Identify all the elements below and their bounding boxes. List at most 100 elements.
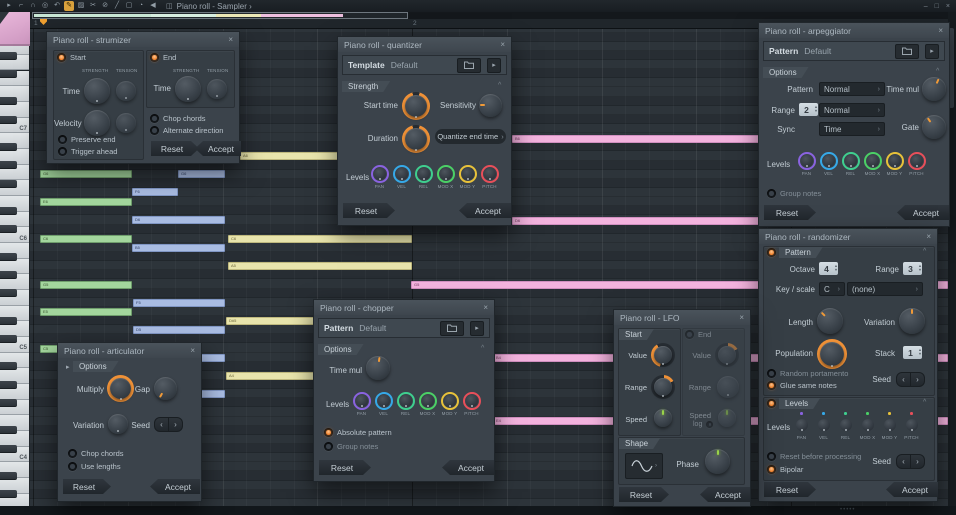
strum-velocity-tension-knob[interactable] <box>116 113 136 133</box>
reset-button[interactable]: Reset <box>764 205 816 220</box>
duration-knob[interactable] <box>402 125 430 153</box>
reset-button[interactable]: Reset <box>619 487 669 502</box>
sync-dropdown[interactable]: Time › <box>819 122 885 136</box>
note-c6[interactable]: C6 <box>228 235 412 243</box>
articulator-titlebar[interactable]: Piano roll - articulator × <box>58 343 201 358</box>
close-icon[interactable]: × <box>926 232 931 241</box>
gap-knob[interactable] <box>154 377 177 400</box>
close-icon[interactable]: × <box>483 303 488 312</box>
pattern-mode-dropdown[interactable]: Normal › <box>819 82 885 96</box>
strum-end-time-strength-knob[interactable] <box>175 76 201 102</box>
close-icon[interactable]: × <box>739 313 744 322</box>
reset-before-led[interactable] <box>767 452 776 461</box>
level-knob-pitch[interactable] <box>907 152 926 170</box>
note-g6[interactable]: G6 <box>178 170 225 178</box>
options-arrow-icon[interactable]: ▸ <box>66 363 70 371</box>
mute-icon[interactable]: ⊘ <box>100 1 110 11</box>
pattern-section-led[interactable] <box>767 248 776 257</box>
range-spinner[interactable]: 2 ▴ ▾ <box>799 103 818 116</box>
piano-key-black[interactable] <box>0 69 17 78</box>
note-g5[interactable]: G5 <box>40 281 132 289</box>
key-dropdown[interactable]: C › <box>819 282 845 296</box>
piano-key-black[interactable] <box>0 161 17 170</box>
level-knob-mod-x[interactable] <box>859 416 877 434</box>
piano-key-black[interactable] <box>0 426 17 435</box>
piano-key-black[interactable] <box>0 472 17 481</box>
level-knob-vel[interactable] <box>819 152 838 170</box>
level-knob-mod-x[interactable] <box>863 152 882 170</box>
accept-button[interactable]: Accept <box>459 203 511 218</box>
folder-icon[interactable] <box>457 57 481 73</box>
preserve-end-led[interactable] <box>58 135 67 144</box>
variation-knob[interactable] <box>108 414 128 434</box>
level-knob-pan[interactable] <box>352 392 371 410</box>
level-knob-mod-x[interactable] <box>418 392 437 410</box>
level-knob-rel[interactable] <box>414 165 433 183</box>
piano-key-black[interactable] <box>0 380 17 389</box>
accept-button[interactable]: Accept <box>195 141 241 156</box>
template-value[interactable]: Default <box>391 60 418 70</box>
level-knob-mod-y[interactable] <box>881 416 899 434</box>
use-lengths-led[interactable] <box>68 462 77 471</box>
level-knob-pan[interactable] <box>370 165 389 183</box>
variation-knob[interactable] <box>899 308 925 334</box>
note-d6[interactable]: D6 <box>132 216 225 224</box>
accept-button[interactable]: Accept <box>442 460 494 475</box>
piano-key-black[interactable] <box>0 142 17 152</box>
sensitivity-knob[interactable] <box>479 94 502 117</box>
minimize-button[interactable]: – <box>924 3 928 10</box>
folder-icon[interactable] <box>895 43 919 59</box>
piano-key-black[interactable] <box>0 289 17 298</box>
note-a5[interactable]: A5 <box>228 262 412 270</box>
accept-button[interactable]: Accept <box>700 487 750 502</box>
level-knob-pitch[interactable] <box>903 416 921 434</box>
note-f5[interactable]: F5 <box>133 299 225 307</box>
zoom-tool-icon[interactable]: ◔ <box>136 1 146 11</box>
end-led[interactable] <box>150 53 159 62</box>
close-icon[interactable]: × <box>938 26 943 35</box>
range-mode-dropdown[interactable]: Normal › <box>819 103 885 117</box>
draw-pencil-icon[interactable]: ✎ <box>64 1 74 11</box>
level-knob-mod-y[interactable] <box>440 392 459 410</box>
octave-spinner[interactable]: 4 ▴ ▾ <box>819 262 838 275</box>
scale-dropdown[interactable]: (none) › <box>847 282 923 296</box>
absolute-pattern-led[interactable] <box>324 428 333 437</box>
piano-key-black[interactable] <box>0 206 17 216</box>
select-icon[interactable]: ▢ <box>124 1 134 11</box>
strum-start-time-tension-knob[interactable] <box>116 81 136 101</box>
pattern-value[interactable]: Default <box>359 323 386 333</box>
pattern-next-icon[interactable]: ▸ <box>470 320 484 336</box>
group-notes-led[interactable] <box>324 442 333 451</box>
level-knob-mod-x[interactable] <box>436 165 455 183</box>
arpeggiator-titlebar[interactable]: Piano roll - arpeggiator × <box>759 23 949 38</box>
collapse-chevron-icon[interactable]: ^ <box>498 82 501 89</box>
note-c6[interactable]: C6 <box>40 235 132 243</box>
quantizer-titlebar[interactable]: Piano roll - quantizer × <box>338 37 511 52</box>
level-knob-mod-y[interactable] <box>885 152 904 170</box>
close-icon[interactable]: × <box>500 40 505 49</box>
snap-target-icon[interactable]: ◎ <box>40 1 50 11</box>
waveform-button[interactable]: › <box>625 453 663 479</box>
piano-key-black[interactable] <box>0 115 17 124</box>
level-knob-mod-y[interactable] <box>458 165 477 183</box>
pattern-section-tab[interactable]: Pattern <box>779 247 823 258</box>
seed-next-button[interactable]: › <box>911 454 925 469</box>
strum-start-time-strength-knob[interactable] <box>84 78 110 104</box>
piano-key-black[interactable] <box>0 179 17 188</box>
menu-arrow-icon[interactable]: ▸ <box>4 1 14 11</box>
magnet-icon[interactable]: ∩ <box>28 1 38 11</box>
seed-prev-button[interactable]: ‹ <box>896 372 911 387</box>
playback-preview-icon[interactable]: ◀ <box>148 1 158 11</box>
strum-velocity-strength-knob[interactable] <box>84 110 110 136</box>
level-knob-vel[interactable] <box>374 392 393 410</box>
level-knob-pan[interactable] <box>793 416 811 434</box>
maximize-button[interactable]: □ <box>935 3 939 10</box>
time-mul-knob[interactable] <box>922 77 946 101</box>
piano-key-black[interactable] <box>0 270 17 280</box>
piano-key-black[interactable] <box>0 398 17 407</box>
folder-icon[interactable] <box>440 320 464 336</box>
level-knob-rel[interactable] <box>837 416 855 434</box>
levels-section-led[interactable] <box>767 399 776 408</box>
close-button[interactable]: × <box>946 3 950 10</box>
strumizer-titlebar[interactable]: Piano roll - strumizer × <box>47 32 239 47</box>
